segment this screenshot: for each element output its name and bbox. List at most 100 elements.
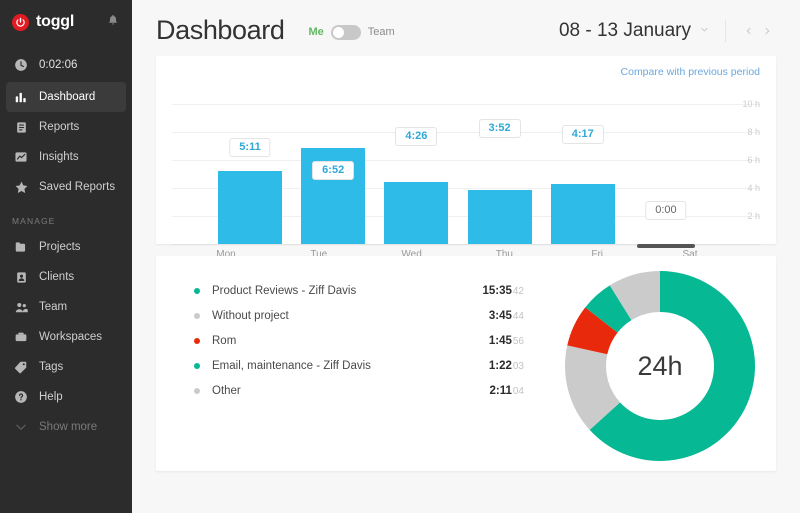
bar-chart-icon	[12, 90, 30, 104]
sidebar-item-label: Tags	[39, 361, 63, 373]
switch-knob	[333, 27, 344, 38]
y-axis-tick-label: 8 h	[747, 127, 760, 137]
timer-value: 0:02:06	[39, 59, 77, 71]
person-icon	[12, 271, 30, 284]
legend-project-name: Other	[212, 385, 489, 397]
sidebar-item-insights[interactable]: Insights	[6, 142, 126, 172]
legend-color-dot	[194, 388, 200, 394]
legend-project-name: Without project	[212, 310, 489, 322]
app-root: toggl 0:02:06	[0, 0, 800, 513]
question-icon	[12, 390, 30, 404]
tag-icon	[12, 360, 30, 374]
sidebar-item-label: Projects	[39, 241, 81, 253]
bar[interactable]	[218, 171, 282, 244]
bar-slot[interactable]: 6:52	[301, 90, 365, 244]
bar[interactable]	[468, 190, 532, 244]
document-icon	[12, 121, 30, 134]
legend-row[interactable]: Other2:1104	[194, 378, 524, 403]
legend-duration-main: 15:35	[482, 285, 511, 297]
me-team-switch[interactable]	[331, 25, 361, 40]
sidebar-item-workspaces[interactable]: Workspaces	[6, 322, 126, 352]
bar-chart-card: Compare with previous period 10 h 8 h 6 h 4…	[156, 56, 776, 244]
bar-value-label: 6:52	[312, 161, 354, 180]
sidebar: toggl 0:02:06	[0, 0, 132, 513]
scope-toggle[interactable]: Me Team	[309, 25, 395, 40]
star-icon	[12, 180, 30, 195]
bar-slot[interactable]: 0:00	[634, 90, 698, 244]
legend-color-dot	[194, 363, 200, 369]
chevron-down-icon	[12, 420, 30, 434]
people-icon	[12, 300, 30, 315]
legend-color-dot	[194, 313, 200, 319]
sidebar-item-label: Insights	[39, 151, 79, 163]
scope-me-label: Me	[309, 26, 324, 38]
sidebar-item-saved-reports[interactable]: Saved Reports	[6, 172, 126, 202]
folder-icon	[12, 240, 30, 254]
bar[interactable]	[551, 184, 615, 244]
next-period-button[interactable]	[758, 20, 776, 42]
legend-project-name: Rom	[212, 335, 489, 347]
bar-value-label: 4:26	[395, 127, 437, 146]
sidebar-item-tags[interactable]: Tags	[6, 352, 126, 382]
legend-duration-seconds: 44	[513, 311, 524, 322]
bar-slot[interactable]: 4:26	[384, 90, 448, 244]
legend-project-name: Product Reviews - Ziff Davis	[212, 285, 482, 297]
bell-icon[interactable]	[107, 13, 119, 31]
topbar: Dashboard Me Team 08 - 13 January	[156, 0, 776, 56]
bar-value-label: 0:00	[645, 201, 686, 220]
sidebar-item-timer[interactable]: 0:02:06	[6, 50, 126, 80]
legend-duration-main: 2:11	[489, 385, 511, 397]
sidebar-item-clients[interactable]: Clients	[6, 262, 126, 292]
sidebar-item-projects[interactable]: Projects	[6, 232, 126, 262]
date-range-control: 08 - 13 January	[559, 20, 776, 42]
divider	[725, 20, 726, 42]
chevron-down-icon[interactable]	[700, 25, 709, 37]
legend-row[interactable]: Rom1:4556	[194, 328, 524, 353]
compare-previous-period-link[interactable]: Compare with previous period	[621, 66, 760, 78]
legend-duration-seconds: 56	[513, 336, 524, 347]
sidebar-item-show-more[interactable]: Show more	[6, 412, 126, 442]
sidebar-item-label: Team	[39, 301, 67, 313]
sidebar-item-reports[interactable]: Reports	[6, 112, 126, 142]
summary-card: Product Reviews - Ziff Davis15:3542Witho…	[156, 256, 776, 471]
legend-duration-main: 3:45	[489, 310, 512, 322]
main-content: Dashboard Me Team 08 - 13 January	[132, 0, 800, 513]
bar[interactable]	[384, 182, 448, 244]
legend-duration: 3:4544	[489, 310, 524, 322]
brand[interactable]: toggl	[0, 0, 132, 44]
sidebar-item-label: Workspaces	[39, 331, 102, 343]
legend-row[interactable]: Without project3:4544	[194, 303, 524, 328]
legend-duration-main: 1:22	[489, 360, 512, 372]
legend-duration-seconds: 42	[513, 286, 524, 297]
sidebar-item-dashboard[interactable]: Dashboard	[6, 82, 126, 112]
clock-icon	[12, 58, 30, 72]
bar-chart-plot: 10 h 8 h 6 h 4 h 2 h 5:11 6:52 4:26 3:52 4:17 0:0…	[172, 90, 760, 244]
bar-value-label: 4:17	[562, 125, 604, 144]
bar-slot[interactable]: 3:52	[468, 90, 532, 244]
sidebar-item-help[interactable]: Help	[6, 382, 126, 412]
y-axis-tick-label: 2 h	[747, 211, 760, 221]
sidebar-item-label: Saved Reports	[39, 181, 115, 193]
sidebar-item-label: Reports	[39, 121, 79, 133]
y-axis-tick-label: 6 h	[747, 155, 760, 165]
date-range-label[interactable]: 08 - 13 January	[559, 20, 691, 42]
legend-duration: 1:2203	[489, 360, 524, 372]
legend-project-name: Email, maintenance - Ziff Davis	[212, 360, 489, 372]
y-axis-tick-label: 4 h	[747, 183, 760, 193]
legend-color-dot	[194, 338, 200, 344]
bar-slot[interactable]: 5:11	[218, 90, 282, 244]
sidebar-item-label: Clients	[39, 271, 74, 283]
project-legend: Product Reviews - Ziff Davis15:3542Witho…	[194, 278, 524, 403]
y-axis-tick-label: 10 h	[742, 99, 760, 109]
brand-name: toggl	[36, 13, 74, 31]
sidebar-section-manage: MANAGE	[0, 216, 132, 226]
legend-duration: 1:4556	[489, 335, 524, 347]
sidebar-item-team[interactable]: Team	[6, 292, 126, 322]
sidebar-item-label: Show more	[39, 421, 97, 433]
prev-period-button[interactable]	[740, 20, 758, 42]
bar-value-label: 5:11	[229, 138, 270, 157]
legend-row[interactable]: Email, maintenance - Ziff Davis1:2203	[194, 353, 524, 378]
legend-duration: 15:3542	[482, 285, 524, 297]
legend-row[interactable]: Product Reviews - Ziff Davis15:3542	[194, 278, 524, 303]
bar-slot[interactable]: 4:17	[551, 90, 615, 244]
